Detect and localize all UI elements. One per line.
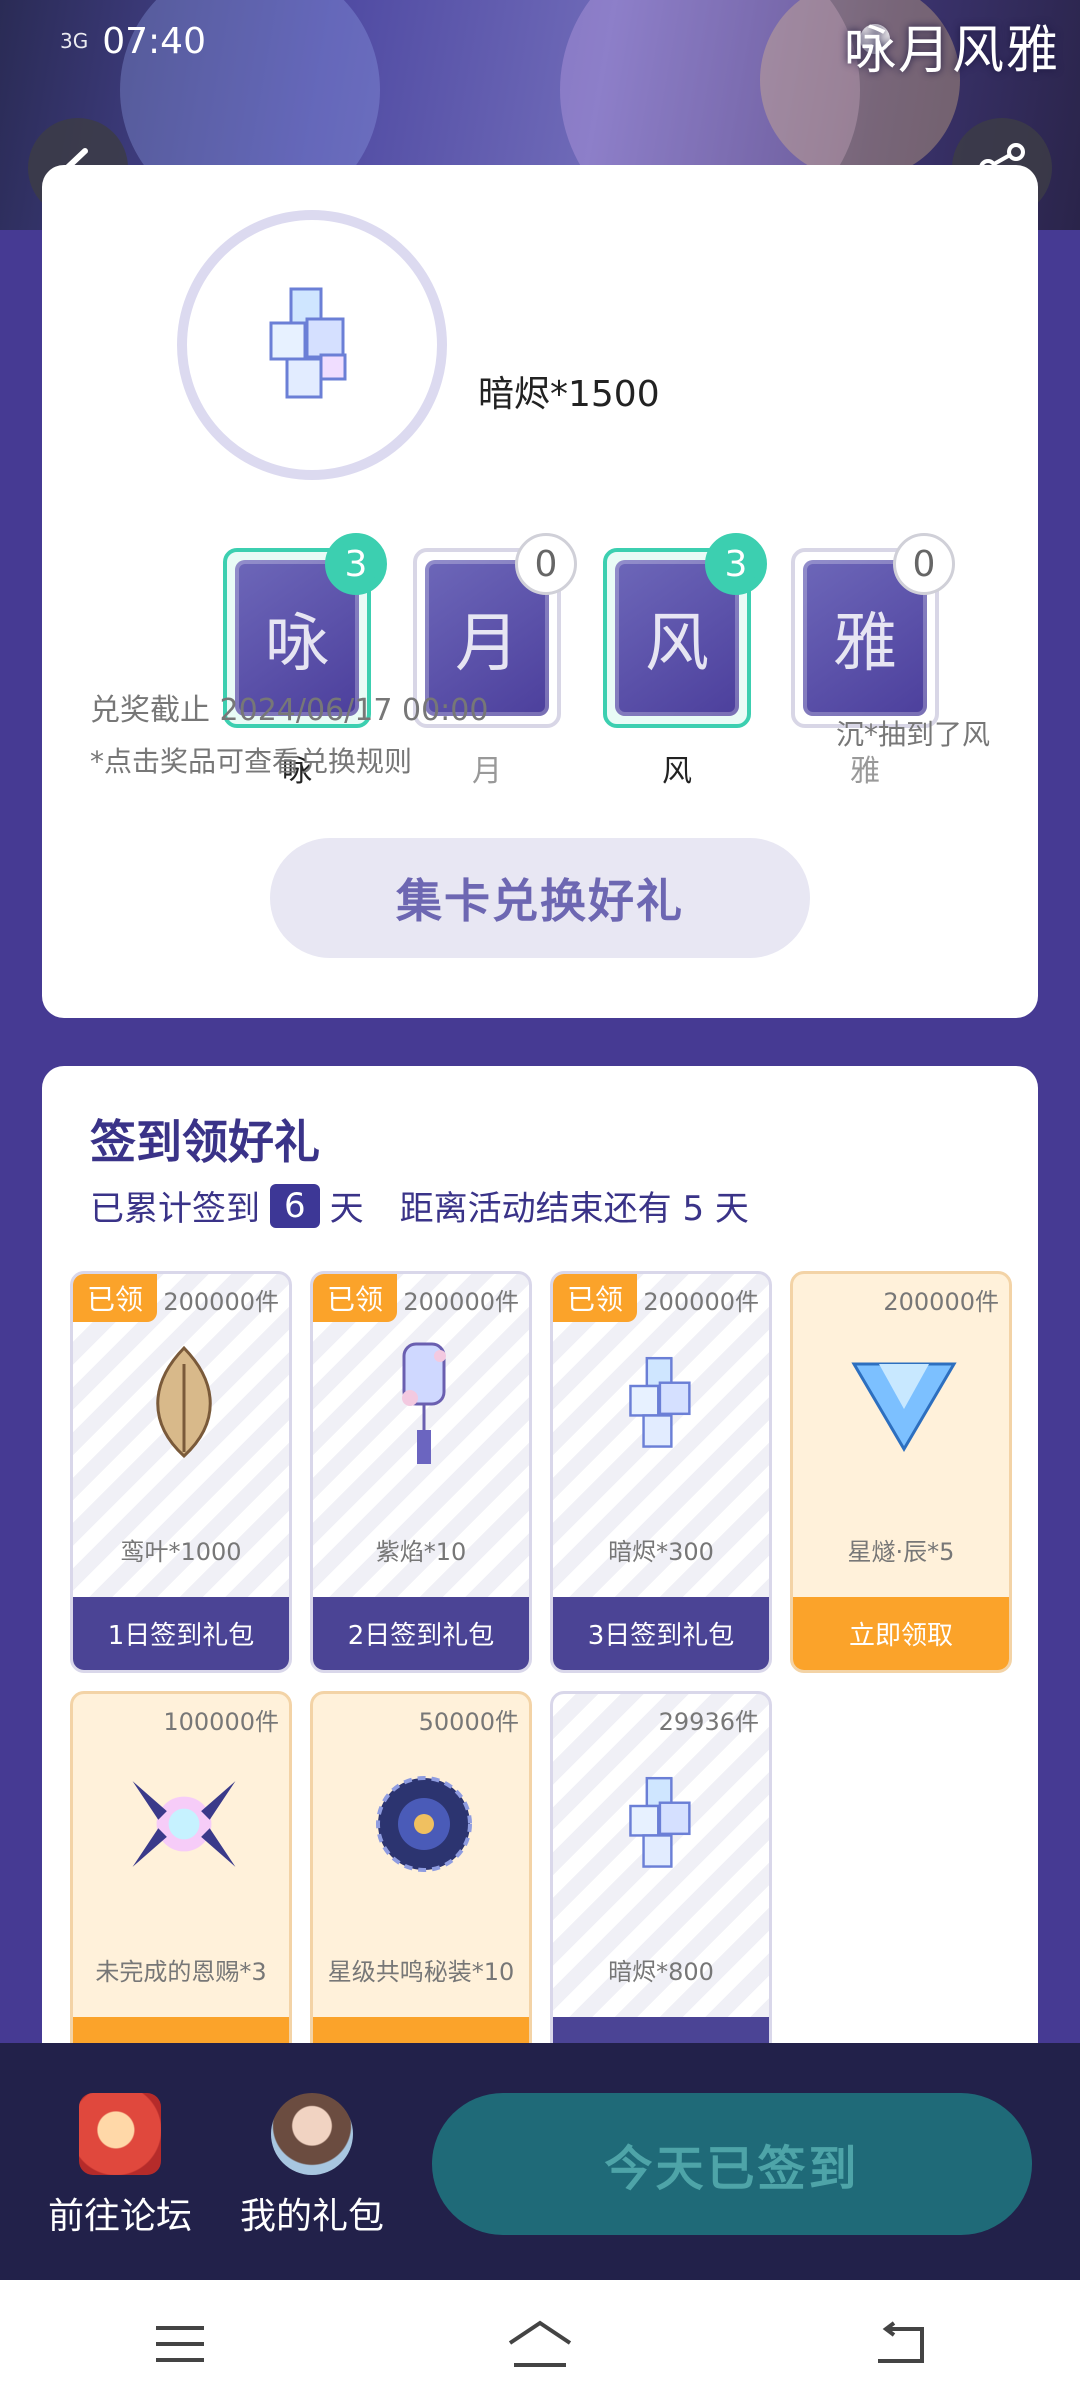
resonance-gear-icon — [364, 1764, 484, 1884]
gift-action: 3日签到礼包 — [553, 1597, 769, 1670]
gift-stock: 29936件 — [658, 1708, 759, 1736]
signin-progress-suffix: 天 — [329, 1189, 364, 1229]
card-count-badge: 0 — [893, 533, 955, 595]
prize-name: 暗烬*1500 — [478, 374, 660, 415]
gift-card[interactable]: 已领 200000件 鸾叶*1000 1日签到礼包 — [70, 1271, 292, 1673]
gift-card[interactable]: 已领 200000件 暗烬*300 3日签到礼包 — [550, 1271, 772, 1673]
network-indicator: 3G — [60, 29, 89, 53]
lantern-icon — [364, 1342, 484, 1464]
checkin-button[interactable]: 今天已签到 — [432, 2093, 1032, 2235]
gift-stock: 200000件 — [403, 1288, 519, 1316]
ember-crystal-icon — [604, 1764, 724, 1884]
gift-stock: 200000件 — [883, 1288, 999, 1316]
leaf-icon — [124, 1344, 244, 1464]
card-count-badge: 0 — [515, 533, 577, 595]
gift-stock: 50000件 — [418, 1708, 519, 1736]
gift-card[interactable]: 100000件 未完成的恩赐*3 — [70, 1691, 292, 2066]
back-nav-icon[interactable] — [860, 2314, 940, 2374]
forum-link[interactable]: 前往论坛 — [40, 2093, 200, 2239]
card-label: 风 — [662, 754, 692, 789]
gift-stock: 100000件 — [163, 1708, 279, 1736]
card-label: 月 — [472, 754, 502, 789]
exchange-button[interactable]: 集卡兑换好礼 — [270, 838, 810, 958]
signin-title: 签到领好礼 — [90, 1115, 320, 1169]
home-icon[interactable] — [500, 2314, 580, 2374]
menu-icon[interactable] — [140, 2314, 220, 2374]
status-bar: 3G 07:40 — [60, 16, 206, 66]
claimed-tag: 已领 — [313, 1274, 398, 1322]
clock: 07:40 — [102, 20, 206, 62]
gift-card[interactable]: 已领 200000件 紫焰*10 2日签到礼包 — [310, 1271, 532, 1673]
signin-progress: 已累计签到 6 天 距离活动结束还有 5 天 — [90, 1181, 749, 1230]
crystal-pyramid-icon — [844, 1344, 964, 1464]
gift-action: 1日签到礼包 — [73, 1597, 289, 1670]
signin-progress-prefix: 已累计签到 — [90, 1189, 260, 1229]
ember-crystal-icon — [604, 1344, 724, 1464]
gift-grid: 已领 200000件 鸾叶*1000 1日签到礼包 已领 200000件 紫焰*… — [70, 1271, 1012, 2066]
blessing-orb-icon — [124, 1764, 244, 1884]
gift-card[interactable]: 200000件 星燧·辰*5 立即领取 — [790, 1271, 1012, 1673]
gift-card[interactable]: 29936件 暗烬*800 — [550, 1691, 772, 2066]
card-yue[interactable]: 月 0 月 — [412, 533, 577, 790]
brand-logo: 咏月风雅 — [843, 21, 1060, 81]
redeem-deadline: 兑奖截止 2024/06/17 00:00 — [90, 693, 489, 728]
forum-avatar-icon — [79, 2093, 161, 2175]
gift-stock: 200000件 — [643, 1288, 759, 1316]
gift-name: 未完成的恩赐*3 — [95, 1958, 267, 1986]
rules-hint: *点击奖品可查看兑换规则 — [90, 745, 413, 778]
card-feng[interactable]: 风 3 风 — [602, 533, 767, 790]
gift-stock: 200000件 — [163, 1288, 279, 1316]
claimed-tag: 已领 — [73, 1274, 158, 1322]
forum-label: 前往论坛 — [47, 2196, 192, 2237]
my-gifts-avatar-icon — [271, 2093, 353, 2175]
bottom-action-bar: 前往论坛 我的礼包 今天已签到 — [0, 2043, 1080, 2280]
card-collection-panel: 暗烬*1500 咏 3 咏 月 0 月 风 3 风 雅 0 雅 兑奖截止 202… — [42, 165, 1038, 1018]
card-count-badge: 3 — [705, 533, 767, 595]
draw-broadcast: 沉*抽到了风 — [835, 718, 990, 751]
prize-image-frame[interactable] — [177, 210, 447, 480]
gift-name: 鸾叶*1000 — [120, 1538, 242, 1566]
gift-action: 2日签到礼包 — [313, 1597, 529, 1670]
gift-card[interactable]: 50000件 星级共鸣秘装*10 — [310, 1691, 532, 2066]
my-gifts-link[interactable]: 我的礼包 — [232, 2093, 392, 2239]
card-count-badge: 3 — [325, 533, 387, 595]
gift-name: 暗烬*800 — [608, 1958, 714, 1986]
gift-name: 暗烬*300 — [608, 1538, 714, 1566]
claim-now-button[interactable]: 立即领取 — [793, 1597, 1009, 1670]
gift-name: 紫焰*10 — [375, 1538, 467, 1566]
card-ya[interactable]: 雅 0 雅 — [790, 533, 955, 790]
system-navigation-bar — [0, 2280, 1080, 2408]
event-remaining: 距离活动结束还有 5 天 — [399, 1189, 749, 1229]
signin-rewards-panel: 签到领好礼 已累计签到 6 天 距离活动结束还有 5 天 已领 200000件 … — [42, 1066, 1038, 2066]
gift-name: 星燧·辰*5 — [847, 1538, 955, 1566]
gift-name: 星级共鸣秘装*10 — [327, 1958, 515, 1986]
ember-crystal-icon — [269, 287, 347, 399]
my-gifts-label: 我的礼包 — [239, 2196, 384, 2237]
claimed-tag: 已领 — [553, 1274, 638, 1322]
signin-days-count: 6 — [270, 1183, 320, 1228]
